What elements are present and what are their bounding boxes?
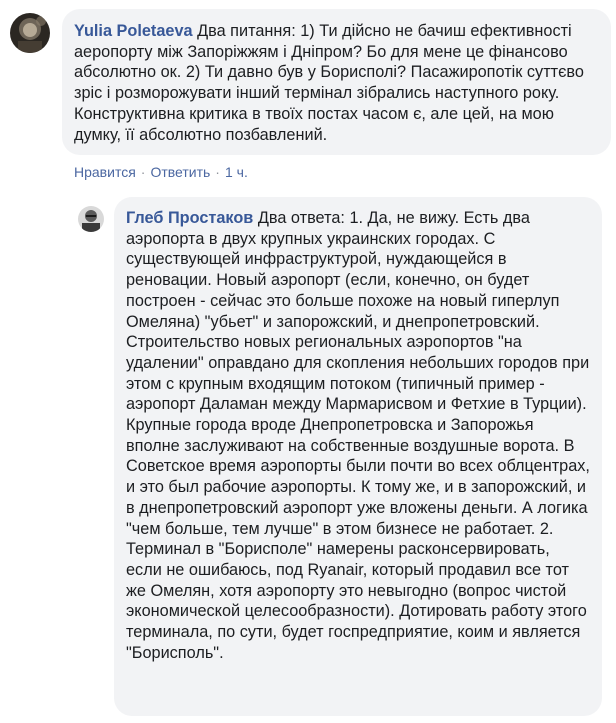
avatar-yulia-icon — [10, 13, 50, 53]
comment-yulia: Yulia Poletaeva Два питання: 1) Ти дійсн… — [0, 0, 616, 190]
comment-author[interactable]: Глеб Простаков — [126, 209, 253, 227]
comment-text: Два ответа: 1. Да, не вижу. Есть два аэр… — [126, 209, 590, 662]
comment-author[interactable]: Yulia Poletaeva — [74, 22, 193, 40]
comment-bubble: Yulia Poletaeva Два питання: 1) Ти дійсн… — [62, 9, 611, 155]
separator: · — [215, 164, 220, 180]
comment-actions: Нравится · Ответить · 1 ч. — [74, 163, 248, 181]
reply-button[interactable]: Ответить — [150, 164, 210, 180]
separator: · — [140, 164, 146, 180]
avatar[interactable] — [10, 13, 50, 53]
comment-gleb: Глеб Простаков Два ответа: 1. Да, не виж… — [0, 196, 616, 723]
timestamp-link[interactable]: 1 ч. — [225, 164, 248, 180]
avatar[interactable] — [78, 206, 104, 232]
comment-bubble: Глеб Простаков Два ответа: 1. Да, не виж… — [114, 197, 602, 716]
comment-text: Два питання: 1) Ти дійсно не бачиш ефект… — [74, 22, 584, 144]
avatar-gleb-icon — [78, 206, 104, 232]
like-button[interactable]: Нравится — [74, 164, 136, 180]
